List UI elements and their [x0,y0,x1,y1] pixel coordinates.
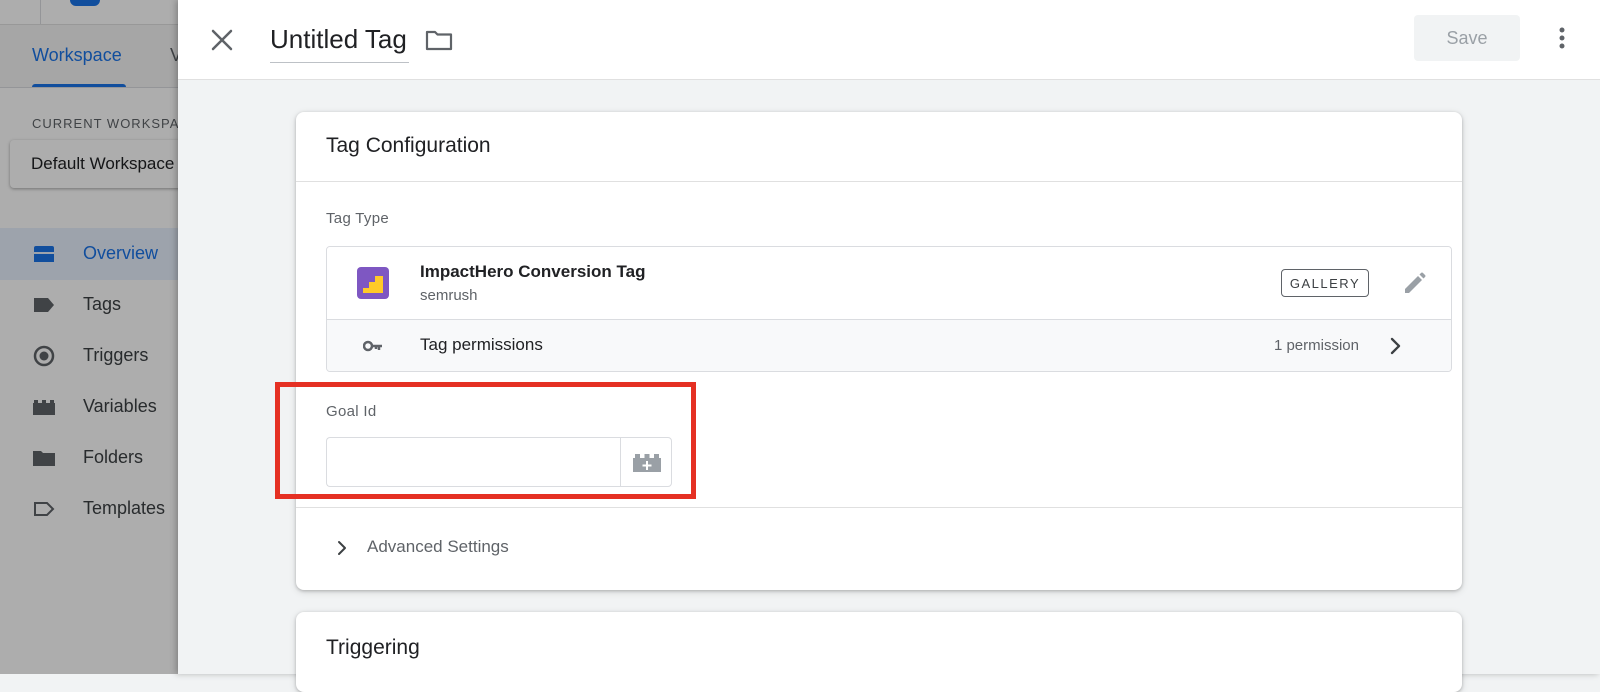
divider [296,181,1462,182]
impacthero-logo-icon [357,267,389,299]
tag-title: Untitled Tag [270,24,407,54]
tag-permissions-row[interactable]: Tag permissions 1 permission [327,319,1451,371]
permissions-label: Tag permissions [420,335,543,354]
tag-editor-drawer: Untitled Tag Save Tag Configuration Tag … [178,0,1600,692]
chevron-right-icon [338,541,346,555]
goal-id-label: Goal Id [326,403,377,420]
chevron-right-icon [1390,337,1401,355]
folder-icon[interactable] [423,24,455,56]
tag-type-box: ImpactHero Conversion Tag semrush GALLER… [326,246,1452,372]
tag-type-row[interactable]: ImpactHero Conversion Tag semrush GALLER… [327,247,1451,319]
tag-type-publisher: semrush [420,287,478,304]
card-title: Tag Configuration [326,134,491,157]
advanced-settings-label: Advanced Settings [367,537,509,556]
edit-pencil-icon[interactable] [1400,270,1428,298]
gallery-badge: GALLERY [1281,269,1369,297]
permissions-count: 1 permission [1273,337,1359,354]
goal-id-input[interactable] [326,437,620,487]
more-vert-icon[interactable] [1546,22,1578,54]
triggering-card[interactable]: Triggering [296,612,1462,692]
insert-variable-button[interactable] [620,437,672,487]
scrim-overlay[interactable] [0,0,178,674]
insert-variable-icon [633,454,661,472]
key-icon [363,340,382,352]
card-title: Triggering [326,636,420,659]
tag-configuration-card: Tag Configuration Tag Type ImpactHero Co… [296,112,1462,590]
advanced-settings-toggle[interactable]: Advanced Settings [296,508,1462,590]
tag-type-name: ImpactHero Conversion Tag [420,262,646,281]
tag-name-field[interactable]: Untitled Tag [270,20,409,63]
drawer-header: Untitled Tag Save [178,0,1600,80]
close-icon[interactable] [202,20,242,60]
tag-type-label: Tag Type [326,210,390,227]
save-button[interactable]: Save [1414,15,1520,61]
